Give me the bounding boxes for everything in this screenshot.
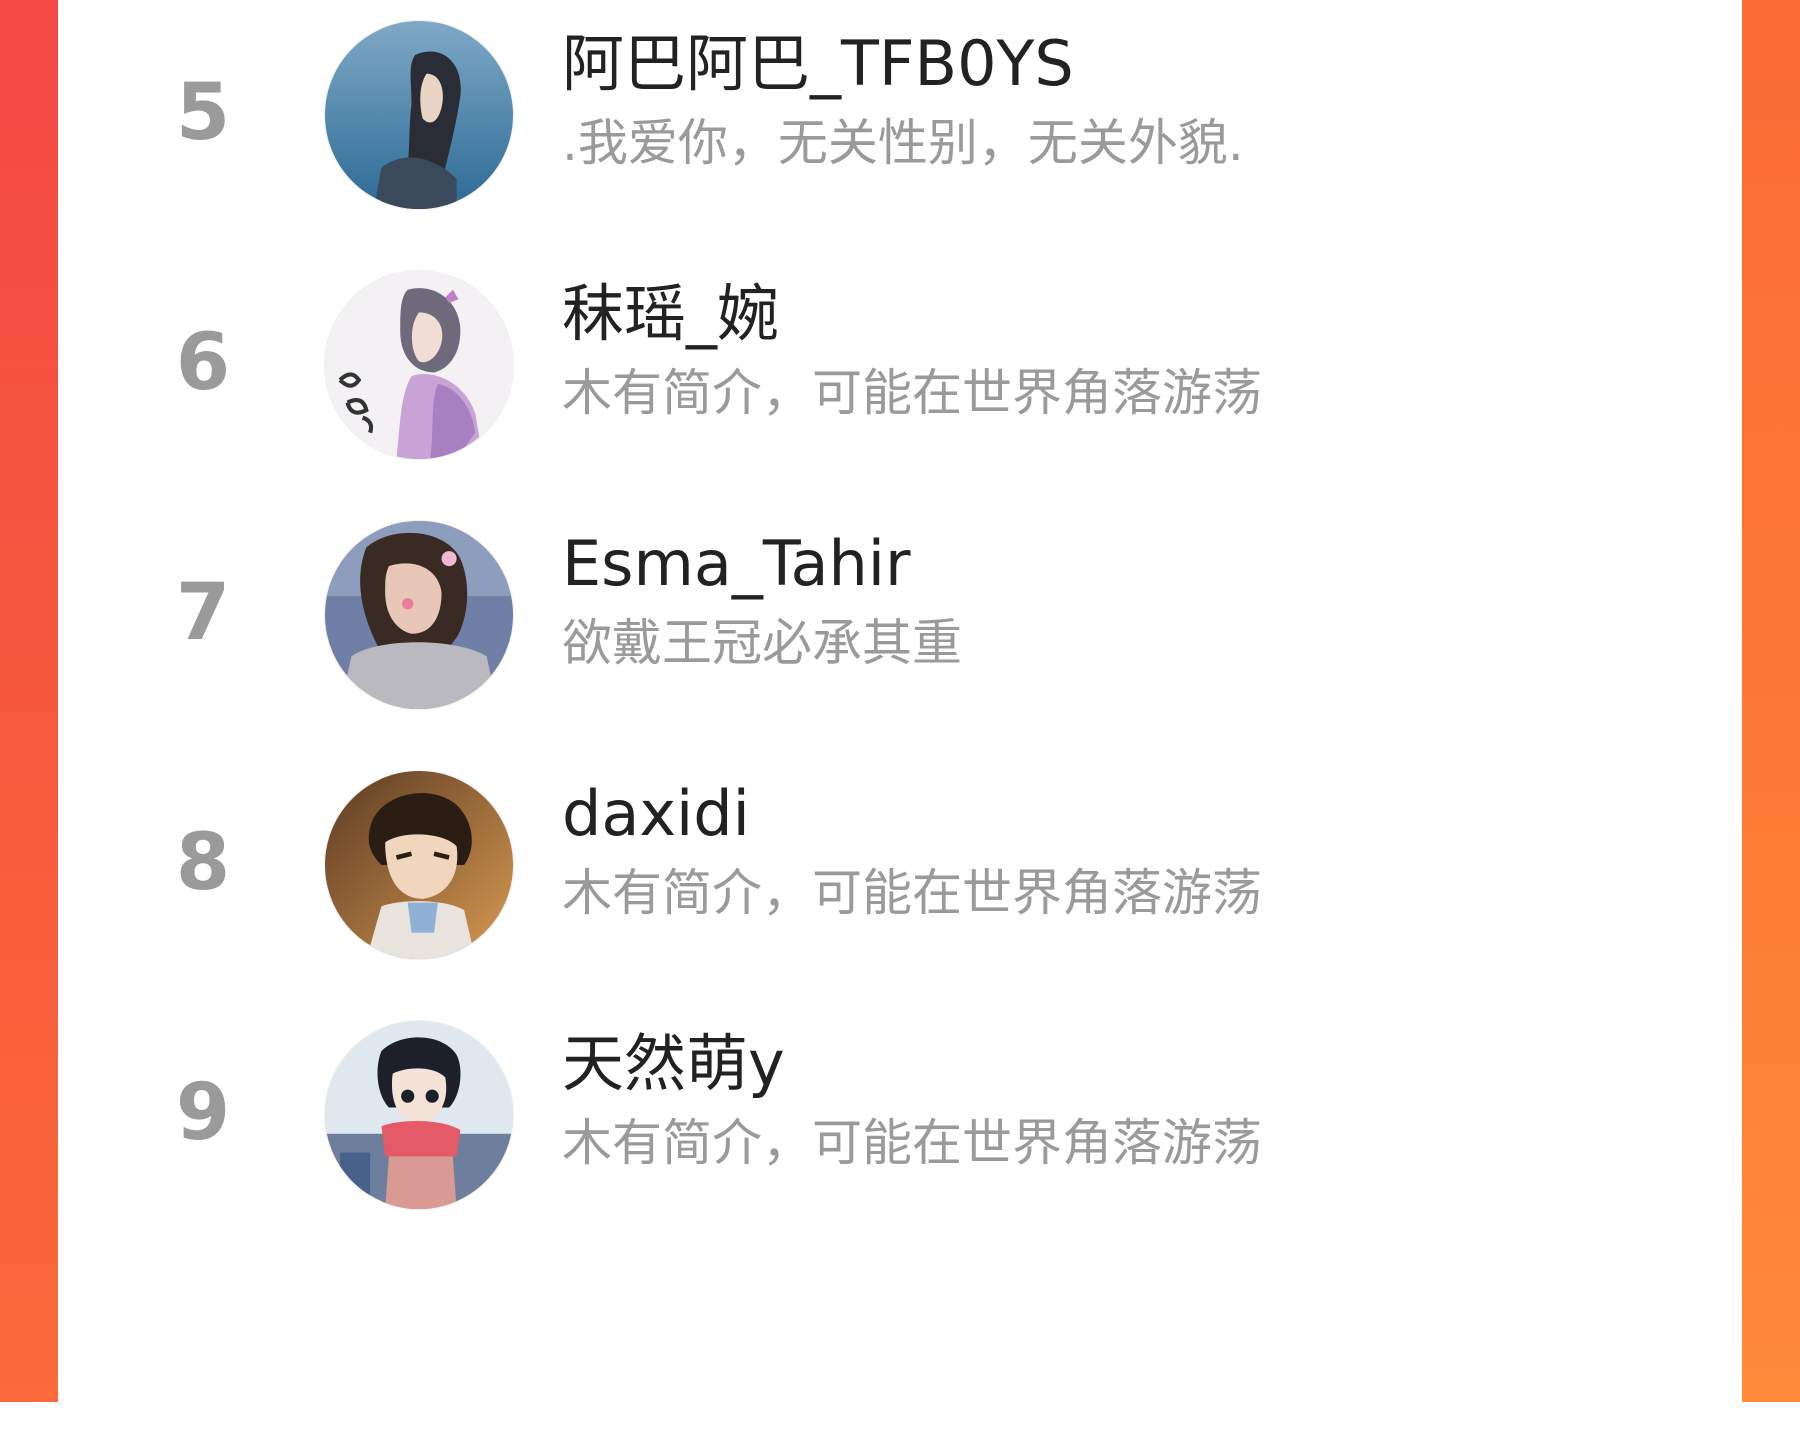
list-item[interactable]: 9 天然萌y 木有简介，可能在世界角落游荡 — [58, 1000, 1742, 1240]
rank-number: 7 — [175, 568, 231, 658]
avatar-selfie-girl-icon[interactable] — [324, 520, 514, 710]
rank-number: 6 — [175, 318, 231, 408]
rank-number: 5 — [175, 68, 231, 158]
user-name[interactable]: Esma_Tahir — [562, 528, 910, 600]
user-bio: 木有简介，可能在世界角落游荡 — [562, 1114, 1262, 1172]
avatar-girl-sea-icon[interactable] — [324, 20, 514, 210]
user-bio: 欲戴王冠必承其重 — [562, 614, 962, 672]
frame-left-edge — [0, 0, 58, 1402]
user-name[interactable]: daxidi — [562, 778, 750, 850]
screen: 5 阿巴阿巴_TFB0YS .我爱你，无关性别，无关外貌. 6 秣瑶_婉 木有简… — [0, 0, 1800, 1448]
rank-number: 8 — [175, 818, 231, 908]
leaderboard-card: 5 阿巴阿巴_TFB0YS .我爱你，无关性别，无关外貌. 6 秣瑶_婉 木有简… — [58, 0, 1742, 1402]
avatar-anime-boy-icon[interactable] — [324, 770, 514, 960]
user-name[interactable]: 秣瑶_婉 — [562, 278, 779, 350]
frame-right-edge — [1742, 0, 1800, 1402]
list-item[interactable]: 7 Esma_Tahir 欲戴王冠必承其重 — [58, 500, 1742, 740]
list-item[interactable]: 8 daxidi 木有简介，可能在世界角落游荡 — [58, 750, 1742, 990]
list-item[interactable]: 5 阿巴阿巴_TFB0YS .我爱你，无关性别，无关外貌. — [58, 0, 1742, 240]
user-bio: .我爱你，无关性别，无关外貌. — [562, 114, 1244, 172]
leaderboard-list: 5 阿巴阿巴_TFB0YS .我爱你，无关性别，无关外貌. 6 秣瑶_婉 木有简… — [58, 0, 1742, 1402]
user-bio: 木有简介，可能在世界角落游荡 — [562, 364, 1262, 422]
user-name[interactable]: 阿巴阿巴_TFB0YS — [562, 28, 1074, 100]
user-name[interactable]: 天然萌y — [562, 1028, 785, 1100]
avatar-anime-girl-calligraphy-icon[interactable] — [324, 270, 514, 460]
user-bio: 木有简介，可能在世界角落游荡 — [562, 864, 1262, 922]
rank-number: 9 — [175, 1068, 231, 1158]
avatar-anime-girl-scarf-icon[interactable] — [324, 1020, 514, 1210]
list-item[interactable]: 6 秣瑶_婉 木有简介，可能在世界角落游荡 — [58, 250, 1742, 490]
